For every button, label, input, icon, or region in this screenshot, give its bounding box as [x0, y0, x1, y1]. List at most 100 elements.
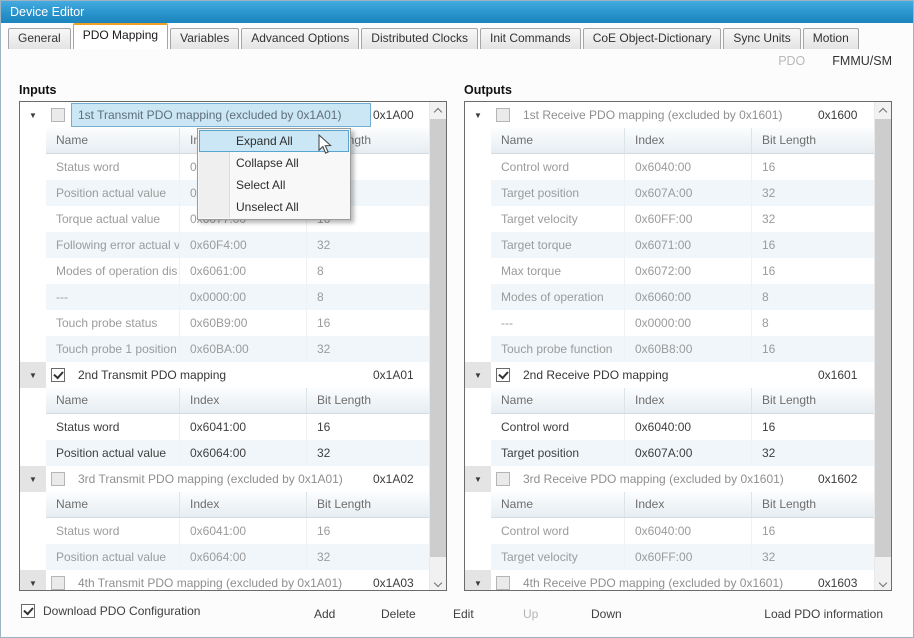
pdo-group-checkbox[interactable]	[51, 472, 65, 486]
tab-init-commands[interactable]: Init Commands	[480, 28, 581, 49]
download-pdo-checkbox[interactable]	[21, 604, 35, 618]
pdo-entry-row[interactable]: Modes of operation dis0x6061:008	[46, 258, 429, 284]
pdo-entry-row[interactable]: Modes of operation0x6060:008	[491, 284, 874, 310]
cell-index: 0x0000:00	[180, 284, 307, 310]
tab-sync-units[interactable]: Sync Units	[723, 28, 800, 49]
pdo-entry-row[interactable]: Target velocity0x60FF:0032	[491, 206, 874, 232]
cell-bit-length: 8	[307, 284, 429, 310]
tab-motion[interactable]: Motion	[803, 28, 859, 49]
column-header-row: NameIndexBit Length	[491, 388, 874, 414]
tab-distributed-clocks[interactable]: Distributed Clocks	[361, 28, 478, 49]
expand-collapse-triangle-icon[interactable]: ▼	[20, 102, 46, 128]
tab-pdo-mapping[interactable]: PDO Mapping	[73, 23, 168, 49]
pdo-group-title[interactable]: 3rd Receive PDO mapping (excluded by 0x1…	[516, 467, 816, 491]
pdo-group-row[interactable]: ▼2nd Transmit PDO mapping0x1A01	[20, 362, 429, 388]
load-pdo-information-button[interactable]: Load PDO information	[764, 604, 883, 624]
up-button[interactable]: Up	[523, 604, 538, 624]
pdo-group-row[interactable]: ▼ 1st Receive PDO mapping (excluded by 0x…	[465, 102, 874, 128]
pdo-group-row[interactable]: ▼ 4th Transmit PDO mapping (excluded by 0…	[20, 570, 429, 590]
pdo-view-toggle[interactable]: PDO	[778, 54, 805, 68]
menu-item-select-all[interactable]: Select All	[199, 174, 349, 196]
expand-collapse-triangle-icon[interactable]: ▼	[20, 570, 46, 590]
scrollbar-thumb[interactable]	[430, 119, 446, 557]
expand-collapse-triangle-icon[interactable]: ▼	[20, 362, 46, 388]
pdo-group-checkbox[interactable]	[51, 576, 65, 590]
pdo-entry-row[interactable]: Status word0x6041:0016	[46, 414, 429, 440]
down-button[interactable]: Down	[591, 604, 622, 624]
pdo-group-row[interactable]: ▼2nd Receive PDO mapping0x1601	[465, 362, 874, 388]
pdo-group-row[interactable]: ▼ 4th Receive PDO mapping (excluded by 0x…	[465, 570, 874, 590]
cell-bit-length: 32	[307, 544, 429, 570]
column-header-name: Name	[491, 492, 625, 517]
pdo-group-title[interactable]: 4th Receive PDO mapping (excluded by 0x1…	[516, 571, 816, 590]
cell-name: Target velocity	[491, 206, 625, 232]
pdo-entry-row[interactable]: Touch probe status0x60B9:0016	[46, 310, 429, 336]
pdo-group-checkbox[interactable]	[496, 576, 510, 590]
pdo-group-title[interactable]: 2nd Receive PDO mapping	[516, 363, 816, 387]
column-header-row: NameIndexBit Length	[491, 128, 874, 154]
pdo-group-checkbox[interactable]	[496, 472, 510, 486]
inputs-scrollbar[interactable]	[429, 102, 446, 590]
mouse-cursor-icon	[318, 134, 332, 155]
pdo-group-row[interactable]: ▼ 1st Transmit PDO mapping (excluded by 0…	[20, 102, 429, 128]
pdo-entry-row[interactable]: Target position0x607A:0032	[491, 440, 874, 466]
expand-collapse-triangle-icon[interactable]: ▼	[465, 102, 491, 128]
tab-variables[interactable]: Variables	[170, 28, 239, 49]
column-header-row: NameIndexBit Length	[46, 388, 429, 414]
pdo-entry-row[interactable]: Target position0x607A:0032	[491, 180, 874, 206]
pdo-group-checkbox[interactable]	[496, 368, 510, 382]
pdo-entry-row[interactable]: Control word0x6040:0016	[491, 154, 874, 180]
pdo-entry-row[interactable]: ---0x0000:008	[491, 310, 874, 336]
expand-collapse-triangle-icon[interactable]: ▼	[465, 466, 491, 492]
fmmu-sm-view-toggle[interactable]: FMMU/SM	[832, 54, 892, 68]
cell-name: Modes of operation	[491, 284, 625, 310]
chevron-down-icon	[434, 579, 442, 587]
scrollbar-thumb[interactable]	[875, 119, 891, 557]
pdo-entry-row[interactable]: Position actual value0x6064:0032	[46, 544, 429, 570]
pdo-entry-row[interactable]: Touch probe 1 position0x60BA:0032	[46, 336, 429, 362]
pdo-entry-row[interactable]: Touch probe function0x60B8:0016	[491, 336, 874, 362]
pdo-group-index: 0x1603	[818, 576, 874, 590]
pdo-group-title[interactable]: 2nd Transmit PDO mapping	[71, 363, 371, 387]
scroll-up-button[interactable]	[875, 102, 891, 119]
menu-item-collapse-all[interactable]: Collapse All	[199, 152, 349, 174]
cell-bit-length: 32	[752, 440, 874, 466]
pdo-entry-row[interactable]: Target torque0x6071:0016	[491, 232, 874, 258]
tab-general[interactable]: General	[8, 28, 71, 49]
delete-button[interactable]: Delete	[381, 604, 416, 624]
pdo-entry-row[interactable]: Following error actual v0x60F4:0032	[46, 232, 429, 258]
expand-collapse-triangle-icon[interactable]: ▼	[465, 570, 491, 590]
cell-index: 0x6064:00	[180, 440, 307, 466]
pdo-entry-row[interactable]: ---0x0000:008	[46, 284, 429, 310]
expand-collapse-triangle-icon[interactable]: ▼	[20, 466, 46, 492]
scroll-down-button[interactable]	[875, 573, 891, 590]
column-header-bit-length: Bit Length	[752, 492, 874, 517]
pdo-group-title[interactable]: 1st Transmit PDO mapping (excluded by 0x…	[71, 103, 371, 127]
pdo-group-row[interactable]: ▼ 3rd Receive PDO mapping (excluded by 0x…	[465, 466, 874, 492]
pdo-group-checkbox[interactable]	[496, 108, 510, 122]
download-pdo-configuration[interactable]: Download PDO Configuration	[21, 604, 200, 618]
pdo-group-title[interactable]: 3rd Transmit PDO mapping (excluded by 0x…	[71, 467, 371, 491]
menu-item-unselect-all[interactable]: Unselect All	[199, 196, 349, 218]
pdo-entry-row[interactable]: Control word0x6040:0016	[491, 414, 874, 440]
outputs-scrollbar[interactable]	[874, 102, 891, 590]
pdo-entry-row[interactable]: Control word0x6040:0016	[491, 518, 874, 544]
pdo-group-title[interactable]: 1st Receive PDO mapping (excluded by 0x1…	[516, 103, 816, 127]
tab-advanced-options[interactable]: Advanced Options	[241, 28, 359, 49]
expand-collapse-triangle-icon[interactable]: ▼	[465, 362, 491, 388]
edit-button[interactable]: Edit	[453, 604, 474, 624]
pdo-entry-row[interactable]: Status word0x6041:0016	[46, 518, 429, 544]
scroll-down-button[interactable]	[430, 573, 446, 590]
column-header-index: Index	[625, 492, 752, 517]
pdo-group-row[interactable]: ▼ 3rd Transmit PDO mapping (excluded by 0…	[20, 466, 429, 492]
add-button[interactable]: Add	[314, 604, 335, 624]
pdo-entry-row[interactable]: Target velocity0x60FF:0032	[491, 544, 874, 570]
pdo-group-title[interactable]: 4th Transmit PDO mapping (excluded by 0x…	[71, 571, 371, 590]
pdo-entry-row[interactable]: Max torque0x6072:0016	[491, 258, 874, 284]
pdo-group-checkbox[interactable]	[51, 108, 65, 122]
pdo-entry-row[interactable]: Position actual value0x6064:0032	[46, 440, 429, 466]
scroll-up-button[interactable]	[430, 102, 446, 119]
tab-coe-object-dictionary[interactable]: CoE Object-Dictionary	[583, 28, 722, 49]
pdo-group-checkbox[interactable]	[51, 368, 65, 382]
cell-name: Touch probe function	[491, 336, 625, 362]
